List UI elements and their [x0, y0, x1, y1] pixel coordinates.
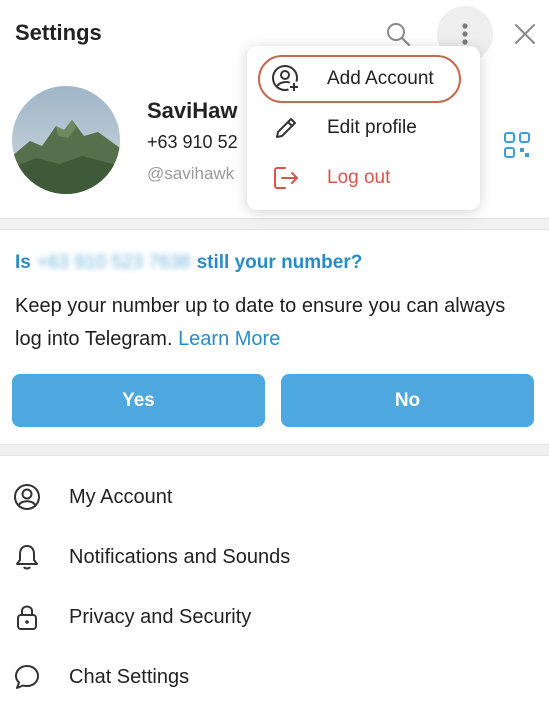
more-dropdown-menu: Add Account Edit profile Log out — [247, 46, 480, 210]
menu-item-label: Privacy and Security — [69, 605, 252, 628]
verify-number-card: Is +63 910 523 7638 still your number? K… — [0, 230, 549, 444]
verify-question-prefix: Is — [15, 252, 31, 273]
chat-bubble-icon — [12, 662, 42, 692]
menu-item-label: Notifications and Sounds — [69, 545, 291, 568]
verify-description: Keep your number up to date to ensure yo… — [15, 290, 535, 356]
add-user-icon — [271, 64, 301, 94]
avatar-mountain-image — [12, 86, 120, 194]
menu-item-label: My Account — [69, 485, 173, 508]
edit-profile-label: Edit profile — [327, 117, 417, 138]
profile-name: SaviHaw — [147, 98, 238, 123]
learn-more-link[interactable]: Learn More — [178, 328, 280, 350]
close-button[interactable] — [497, 6, 549, 62]
log-out-menu-item[interactable]: Log out — [247, 154, 480, 202]
menu-item-privacy[interactable]: Privacy and Security — [0, 587, 549, 647]
bell-icon — [12, 542, 42, 572]
section-divider — [0, 218, 549, 230]
user-circle-icon — [12, 482, 42, 512]
menu-item-chat-settings[interactable]: Chat Settings — [0, 647, 549, 706]
profile-username: @savihawk — [147, 164, 235, 183]
verify-question: Is +63 910 523 7638 still your number? — [15, 252, 362, 274]
menu-item-label: Chat Settings — [69, 665, 190, 688]
add-account-label: Add Account — [327, 68, 434, 89]
logout-icon — [271, 163, 301, 193]
menu-item-my-account[interactable]: My Account — [0, 467, 549, 527]
avatar[interactable] — [12, 86, 120, 194]
search-icon — [387, 23, 411, 47]
section-divider — [0, 444, 549, 456]
lock-icon — [12, 602, 42, 632]
more-vertical-icon — [462, 23, 468, 45]
blurred-phone-number: +63 910 523 7638 — [36, 252, 191, 273]
qr-code-icon — [504, 132, 530, 158]
edit-profile-menu-item[interactable]: Edit profile — [247, 104, 480, 152]
qr-code-button[interactable] — [504, 132, 530, 158]
yes-button[interactable]: Yes — [12, 374, 265, 427]
close-icon — [515, 24, 535, 44]
log-out-label: Log out — [327, 167, 391, 188]
page-title: Settings — [15, 20, 102, 45]
no-button[interactable]: No — [281, 374, 534, 427]
menu-item-notifications[interactable]: Notifications and Sounds — [0, 527, 549, 587]
profile-phone: +63 910 52 — [147, 132, 238, 152]
verify-question-suffix: still your number? — [196, 252, 363, 273]
pencil-icon — [271, 113, 301, 143]
add-account-menu-item[interactable]: Add Account — [247, 55, 480, 103]
